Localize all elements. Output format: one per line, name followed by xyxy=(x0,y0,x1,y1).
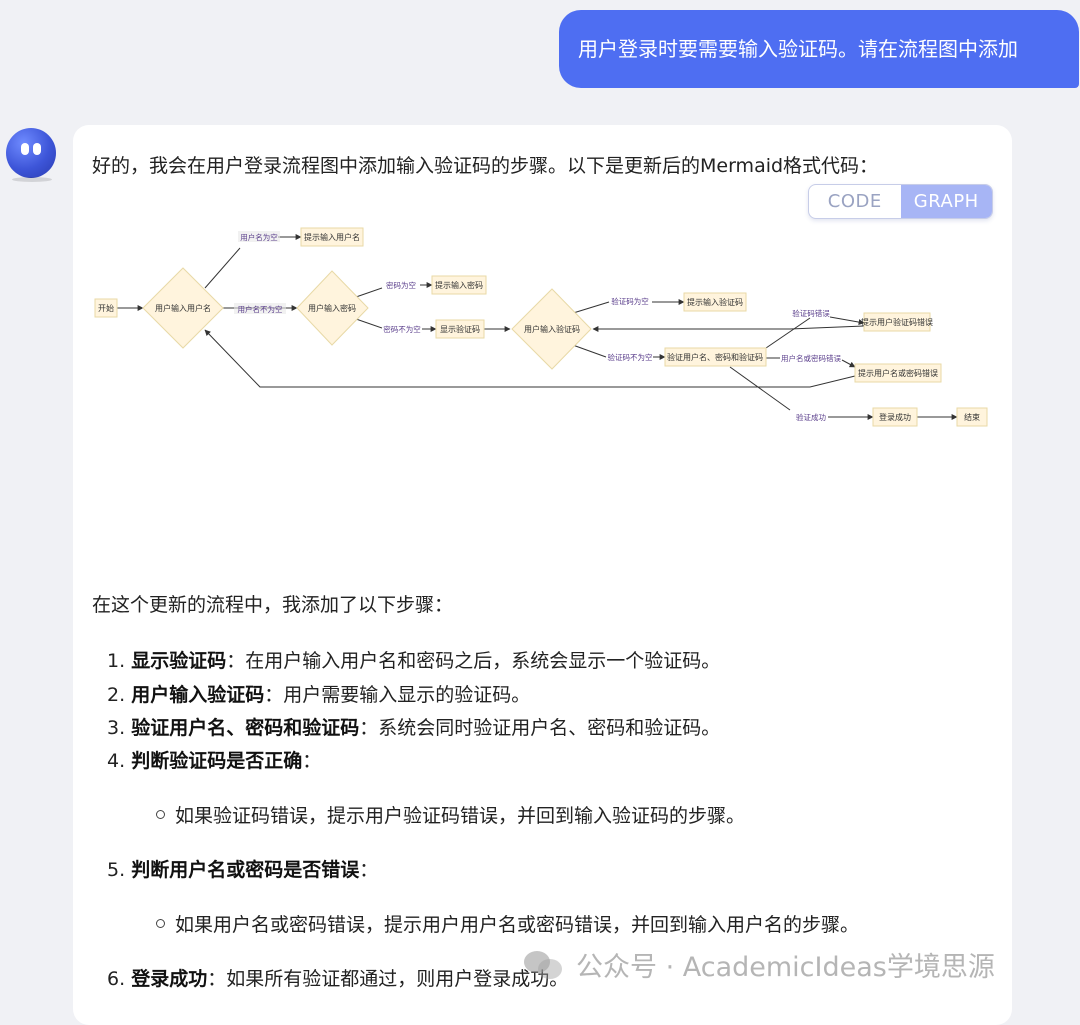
node-start-label: 开始 xyxy=(98,303,114,313)
sub-item-text: 如果用户名或密码错误，提示用户用户名或密码错误，并回到输入用户名的步骤。 xyxy=(175,914,860,936)
step-item: 6. 登录成功：如果所有验证都通过，则用户登录成功。 xyxy=(107,964,568,991)
sub-item-text: 如果验证码错误，提示用户验证码错误，并回到输入验证码的步骤。 xyxy=(175,805,746,827)
edge-label-pwd-empty: 密码为空 xyxy=(386,280,416,290)
user-message-text: 用户登录时要需要输入验证码。请在流程图中添加 xyxy=(578,37,1018,61)
edge-captcha-empty-a xyxy=(569,301,610,315)
sub-list-item: 如果验证码错误，提示用户验证码错误，并回到输入验证码的步骤。 xyxy=(156,801,745,828)
code-view-button[interactable]: CODE xyxy=(809,185,901,218)
watermark: 公众号 · AcademicIdeas学境思源 xyxy=(524,945,995,984)
edge-label-captcha-wrong: 验证码错误 xyxy=(792,308,830,318)
step-number: 2. xyxy=(107,684,126,706)
node-input-pwd-label: 用户输入密码 xyxy=(308,303,356,313)
step-title: 验证用户名、密码和验证码 xyxy=(131,717,360,739)
avatar-eye-right xyxy=(33,143,41,155)
edge-captcha-wrong-b xyxy=(829,316,865,326)
edge-user-empty-a xyxy=(204,247,241,289)
graph-view-button[interactable]: GRAPH xyxy=(900,185,992,218)
edge-pwd-not-empty-a xyxy=(355,318,383,329)
edge-captcha-not-empty-a xyxy=(569,343,607,358)
node-show-captcha-label: 显示验证码 xyxy=(440,324,480,334)
node-prompt-pwd-label: 提示输入密码 xyxy=(435,280,483,290)
avatar-eye-left xyxy=(21,143,29,155)
step-text: ：如果所有验证都通过，则用户登录成功。 xyxy=(207,968,569,990)
edge-label-verify-ok: 验证成功 xyxy=(796,412,826,422)
step-item: 2. 用户输入验证码：用户需要输入显示的验证码。 xyxy=(107,680,530,707)
assistant-avatar xyxy=(6,128,56,178)
summary-title: 在这个更新的流程中，我添加了以下步骤： xyxy=(92,594,454,616)
assistant-intro-text: 好的，我会在用户登录流程图中添加输入验证码的步骤。以下是更新后的Mermaid格… xyxy=(92,155,879,177)
step-item: 4. 判断验证码是否正确： xyxy=(107,746,321,773)
edge-pwd-empty-a xyxy=(355,287,383,298)
node-input-captcha-label: 用户输入验证码 xyxy=(524,324,580,334)
edge-label-user-not-empty: 用户名不为空 xyxy=(238,304,283,314)
node-captcha-error-label: 提示用户验证码错误 xyxy=(861,317,933,327)
node-prompt-user-label: 提示输入用户名 xyxy=(304,232,360,242)
edge-label-captcha-empty: 验证码为空 xyxy=(611,296,649,306)
user-message-bubble: 用户登录时要需要输入验证码。请在流程图中添加 xyxy=(559,10,1079,88)
wechat-icon xyxy=(524,949,564,981)
step-item: 5. 判断用户名或密码是否错误： xyxy=(107,855,378,882)
edge-cred-wrong-b xyxy=(841,359,856,368)
step-number: 4. xyxy=(107,750,126,772)
edge-captcha-wrong-a xyxy=(765,317,811,349)
step-number: 3. xyxy=(107,717,126,739)
node-verify-all-label: 验证用户名、密码和验证码 xyxy=(667,352,763,362)
watermark-text: 公众号 · AcademicIdeas学境思源 xyxy=(576,952,995,983)
step-text: ：在用户输入用户名和密码之后，系统会显示一个验证码。 xyxy=(226,650,721,672)
step-title: 判断用户名或密码是否错误 xyxy=(131,859,360,881)
step-text: ： xyxy=(359,859,379,881)
edge-label-user-empty: 用户名为空 xyxy=(240,232,278,242)
node-end-label: 结束 xyxy=(964,412,980,422)
avatar-shadow xyxy=(12,177,52,182)
step-title: 用户输入验证码 xyxy=(131,684,265,706)
circle-bullet-icon xyxy=(156,919,165,928)
step-number: 1. xyxy=(107,650,126,672)
node-login-success-label: 登录成功 xyxy=(879,412,911,422)
step-title: 登录成功 xyxy=(131,968,208,990)
step-item: 1. 显示验证码：在用户输入用户名和密码之后，系统会显示一个验证码。 xyxy=(107,646,720,673)
node-input-user-label: 用户输入用户名 xyxy=(155,303,211,313)
sub-list-item: 如果用户名或密码错误，提示用户用户名或密码错误，并回到输入用户名的步骤。 xyxy=(156,910,859,937)
edge-label-captcha-not-empty: 验证码不为空 xyxy=(608,352,653,362)
edge-label-cred-wrong: 用户名或密码错误 xyxy=(781,353,841,363)
step-title: 判断验证码是否正确 xyxy=(131,750,303,772)
step-item: 3. 验证用户名、密码和验证码：系统会同时验证用户名、密码和验证码。 xyxy=(107,713,720,740)
login-flowchart: 用户名为空 用户名不为空 密码为空 密码不为空 验证码为空 验证码不为空 验证码… xyxy=(94,227,988,427)
circle-bullet-icon xyxy=(156,810,165,819)
step-text: ：用户需要输入显示的验证码。 xyxy=(264,684,531,706)
step-title: 显示验证码 xyxy=(131,650,227,672)
view-toggle: CODE GRAPH xyxy=(808,184,993,219)
node-prompt-captcha-label: 提示输入验证码 xyxy=(687,297,743,307)
step-number: 6. xyxy=(107,968,126,990)
node-cred-error-label: 提示用户名或密码错误 xyxy=(858,368,938,378)
step-text: ：系统会同时验证用户名、密码和验证码。 xyxy=(359,717,721,739)
edge-verify-ok-a xyxy=(729,366,791,411)
step-text: ： xyxy=(302,750,322,772)
edge-captcha-error-back xyxy=(592,325,865,332)
step-number: 5. xyxy=(107,859,126,881)
edge-label-pwd-not-empty: 密码不为空 xyxy=(383,324,421,334)
